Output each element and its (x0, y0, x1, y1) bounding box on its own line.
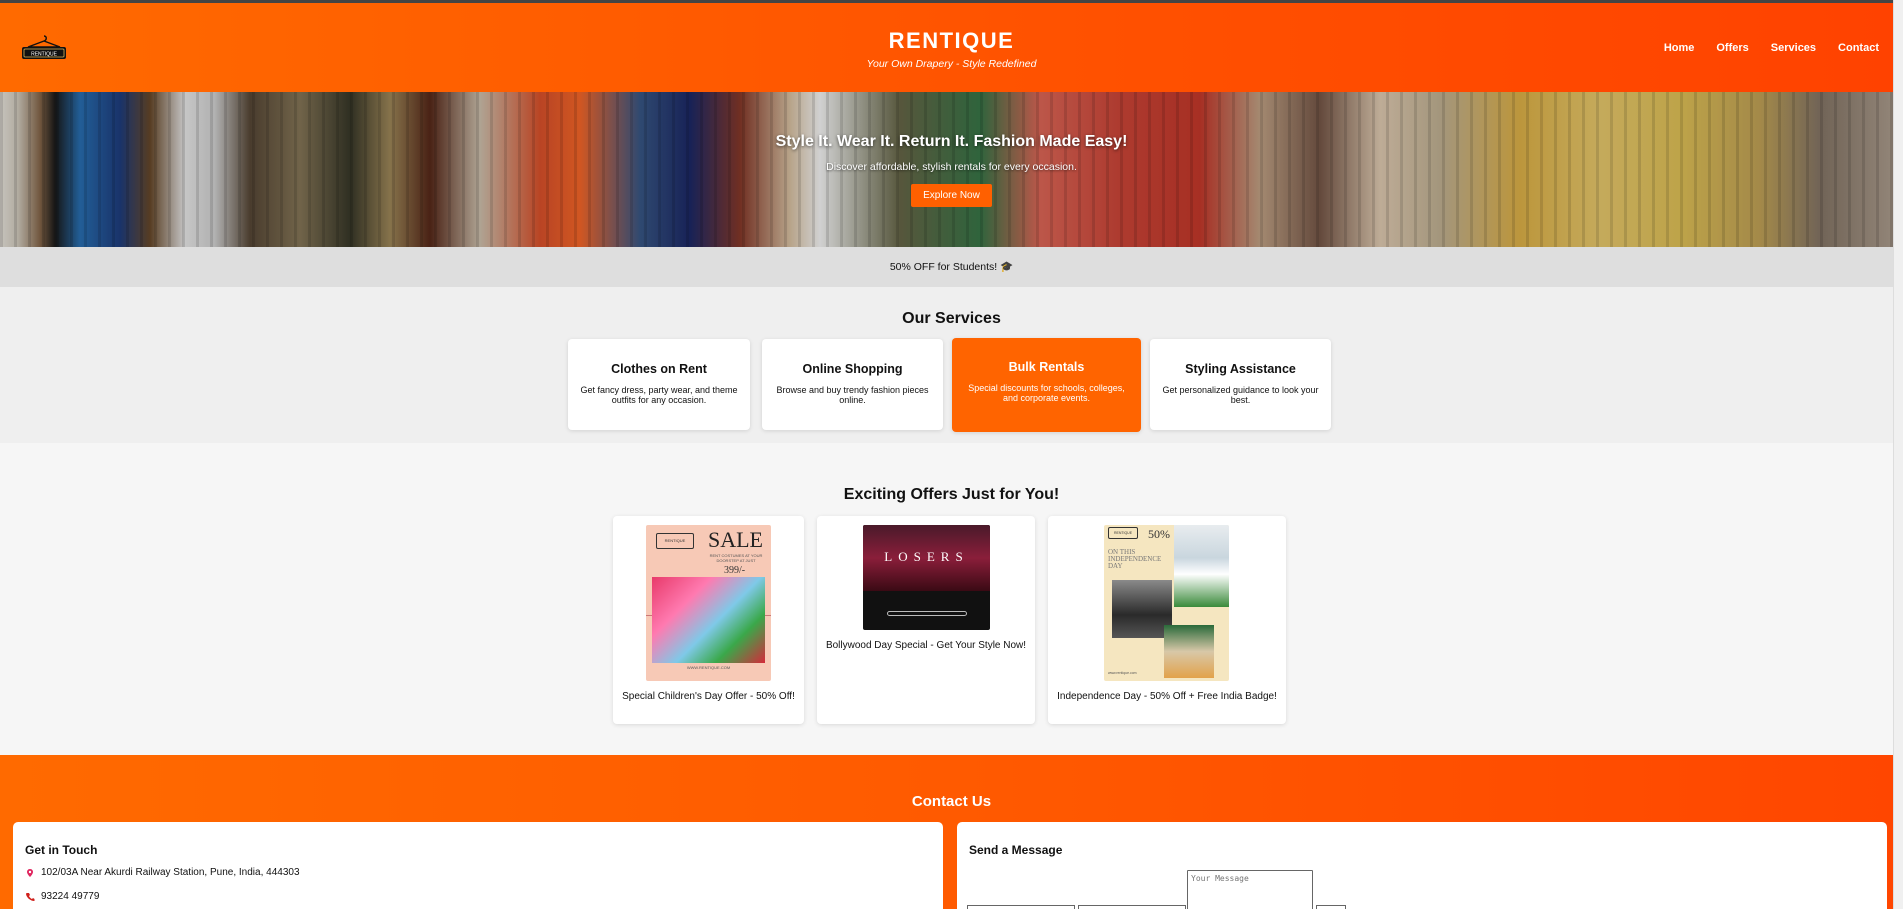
service-card-styling-assistance[interactable]: Styling Assistance Get personalized guid… (1150, 339, 1331, 430)
service-card-desc: Special discounts for schools, colleges,… (968, 383, 1125, 403)
offer-url: www.rentique.com (1108, 671, 1137, 675)
offer-card-bollywood-day[interactable]: LOSERS Bollywood Day Special - Get Your … (817, 516, 1035, 724)
service-card-title: Styling Assistance (1185, 362, 1296, 376)
offer-photo (652, 577, 765, 663)
offer-percent: 50% (1148, 527, 1170, 541)
offer-heading: ON THIS INDEPENDENCE DAY (1108, 548, 1162, 570)
offer-letters: LOSERS (884, 549, 969, 564)
offer-image-childrens-day: RENTIQUE SALE RENT COSTUMES AT YOUR DOOR… (646, 525, 771, 681)
send-message-card: Send a Message (957, 822, 1887, 909)
offer-photo (1174, 525, 1229, 607)
phone-icon (26, 892, 35, 901)
brand-title: RENTIQUE (888, 28, 1015, 53)
send-message-heading: Send a Message (969, 843, 1063, 857)
service-card-title: Online Shopping (802, 362, 903, 376)
send-button[interactable] (1316, 905, 1346, 909)
page-scrollbar[interactable] (1893, 0, 1903, 909)
email-input[interactable] (1078, 905, 1186, 909)
service-card-desc: Get personalized guidance to look your b… (1162, 385, 1319, 405)
brand-tagline: Your Own Drapery - Style Redefined (866, 58, 1037, 70)
offer-photo (1112, 580, 1172, 638)
message-textarea[interactable] (1187, 870, 1313, 909)
service-card-desc: Browse and buy trendy fashion pieces onl… (776, 385, 929, 405)
offer-card-childrens-day[interactable]: RENTIQUE SALE RENT COSTUMES AT YOUR DOOR… (613, 516, 804, 724)
offer-caption: Special Children's Day Offer - 50% Off! (622, 691, 795, 702)
student-offer-banner: 50% OFF for Students! 🎓 (0, 247, 1903, 287)
main-nav: Home Offers Services Contact (1664, 42, 1879, 54)
offer-caption: Independence Day - 50% Off + Free India … (1057, 691, 1277, 702)
hero-banner: Style It. Wear It. Return It. Fashion Ma… (0, 92, 1903, 247)
brand: RENTIQUE Your Own Drapery - Style Redefi… (0, 28, 1903, 70)
offer-photo (1164, 625, 1214, 678)
offer-price: 399/- (724, 565, 746, 576)
offers-title: Exciting Offers Just for You! (843, 486, 1060, 503)
nav-services[interactable]: Services (1771, 42, 1816, 54)
offer-logo: RENTIQUE (656, 533, 694, 549)
service-card-title: Clothes on Rent (611, 362, 707, 376)
phone-line: 93224 49779 (25, 891, 99, 902)
contact-title: Contact Us (911, 793, 992, 810)
hero-subtitle: Discover affordable, stylish rentals for… (826, 161, 1077, 173)
offer-sale-text: SALE (708, 527, 763, 552)
offer-card-independence-day[interactable]: RENTIQUE 50% ON THIS INDEPENDENCE DAY ww… (1048, 516, 1286, 724)
name-input[interactable] (967, 905, 1075, 909)
services-section: Our Services Clothes on Rent Get fancy d… (0, 287, 1903, 443)
offer-bar (887, 611, 967, 616)
get-in-touch-heading: Get in Touch (25, 843, 98, 857)
contact-section: Contact Us Get in Touch 102/03A Near Aku… (0, 755, 1903, 909)
get-in-touch-card: Get in Touch 102/03A Near Akurdi Railway… (13, 822, 943, 909)
phone-text[interactable]: 93224 49779 (41, 891, 99, 902)
explore-now-button[interactable]: Explore Now (911, 184, 992, 207)
address-line: 102/03A Near Akurdi Railway Station, Pun… (25, 867, 300, 878)
location-pin-icon (27, 868, 33, 877)
page: RENTIQUE RENTIQUE Your Own Drapery - Sty… (0, 0, 1903, 909)
offer-caption: Bollywood Day Special - Get Your Style N… (825, 640, 1027, 651)
offer-fine-print: RENT COSTUMES AT YOUR DOORSTEP AT JUST (709, 553, 763, 563)
service-card-title: Bulk Rentals (1008, 360, 1085, 374)
offer-image-bollywood-day: LOSERS (863, 525, 990, 630)
service-card-desc: Get fancy dress, party wear, and theme o… (580, 385, 738, 405)
hero-content: Style It. Wear It. Return It. Fashion Ma… (0, 133, 1903, 207)
offers-section: Exciting Offers Just for You! RENTIQUE S… (0, 443, 1903, 755)
offer-url: WWW.RENTIQUE.COM (686, 665, 731, 670)
service-card-bulk-rentals[interactable]: Bulk Rentals Special discounts for schoo… (952, 338, 1141, 432)
offer-image-independence-day: RENTIQUE 50% ON THIS INDEPENDENCE DAY ww… (1104, 525, 1229, 681)
offer-logo: RENTIQUE (1108, 527, 1138, 539)
services-title: Our Services (902, 310, 1001, 327)
service-card-clothes-on-rent[interactable]: Clothes on Rent Get fancy dress, party w… (568, 339, 750, 430)
nav-home[interactable]: Home (1664, 42, 1695, 54)
service-card-online-shopping[interactable]: Online Shopping Browse and buy trendy fa… (762, 339, 943, 430)
nav-contact[interactable]: Contact (1838, 42, 1879, 54)
address-text: 102/03A Near Akurdi Railway Station, Pun… (41, 867, 300, 878)
hero-title: Style It. Wear It. Return It. Fashion Ma… (775, 133, 1128, 150)
nav-offers[interactable]: Offers (1716, 42, 1748, 54)
site-header: RENTIQUE RENTIQUE Your Own Drapery - Sty… (0, 3, 1903, 92)
